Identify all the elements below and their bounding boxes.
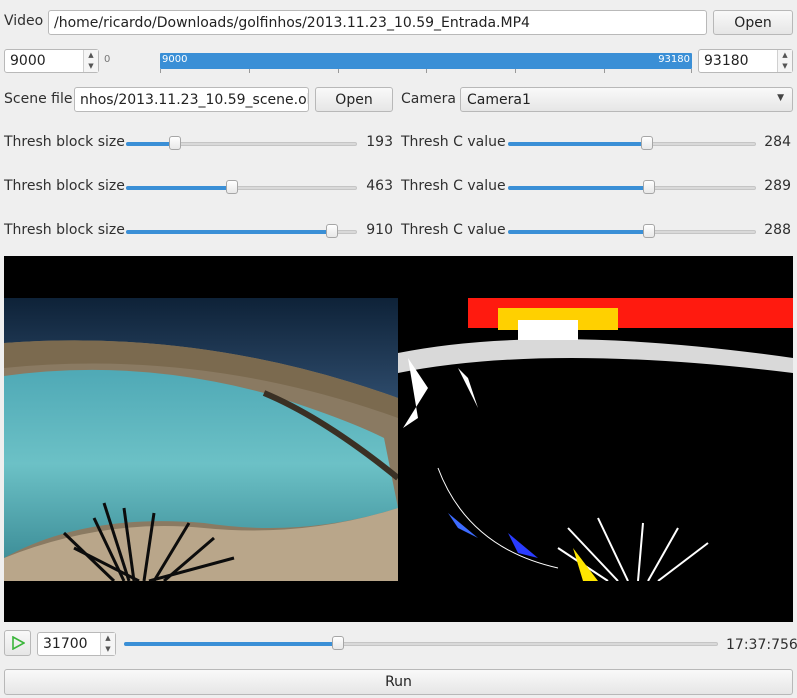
scene-open-button[interactable]: Open [315,87,393,112]
current-frame-value: 31700 [43,636,88,652]
thresh-block-size-label: Thresh block size [4,134,125,150]
thresh-block-size-value: 193 [366,134,393,150]
range-min-label: 0 [104,54,111,65]
thresh-block-size-label: Thresh block size [4,178,125,194]
end-frame-value: 93180 [704,53,749,69]
slider-handle[interactable] [226,180,238,194]
slider-handle[interactable] [643,180,655,194]
slider-handle[interactable] [643,224,655,238]
thresh-c-value-slider[interactable] [508,180,756,196]
chevron-down-icon: ▼ [777,93,784,103]
thresh-c-value-label: Thresh C value [401,178,506,194]
scene-file-path-field[interactable]: nhos/2013.11.23_10.59_scene.obj [74,87,309,112]
range-bar-start-label: 9000 [162,54,188,65]
slider-handle[interactable] [641,136,653,150]
range-bar[interactable]: 9000 93180 [160,53,692,69]
end-frame-spinbox[interactable]: 93180 ▲ ▼ [698,49,793,73]
spin-down-icon[interactable]: ▼ [101,644,115,655]
slider-handle[interactable] [169,136,181,150]
camera-label: Camera [401,91,456,107]
thresh-block-size-value: 463 [366,178,393,194]
camera-frame [4,298,398,581]
video-path-field[interactable]: /home/ricardo/Downloads/golfinhos/2013.1… [48,10,707,35]
thresh-block-size-slider[interactable] [126,180,357,196]
current-frame-spinbox[interactable]: 31700 ▲ ▼ [37,632,116,656]
play-icon [11,636,25,650]
threshold-frame [398,298,793,581]
video-label: Video [4,13,44,29]
thresh-block-size-slider[interactable] [126,136,357,152]
spin-down-icon[interactable]: ▼ [778,61,792,72]
run-button[interactable]: Run [4,669,793,695]
play-button[interactable] [4,630,31,656]
video-display [4,256,793,622]
position-slider-handle[interactable] [332,636,344,650]
thresh-c-value-label: Thresh C value [401,222,506,238]
playback-time: 17:37:756 [726,637,797,653]
camera-select[interactable]: Camera1 ▼ [460,87,793,112]
thresh-c-value-slider[interactable] [508,136,756,152]
thresh-c-value-label: Thresh C value [401,134,506,150]
spin-down-icon[interactable]: ▼ [84,61,98,72]
thresh-block-size-label: Thresh block size [4,222,125,238]
scene-file-label: Scene file [4,91,73,107]
thresh-c-value-value: 288 [764,222,791,238]
thresh-block-size-slider[interactable] [126,224,357,240]
thresh-c-value-value: 289 [764,178,791,194]
spin-up-icon[interactable]: ▲ [101,633,115,644]
position-slider[interactable] [124,636,718,652]
spin-up-icon[interactable]: ▲ [84,50,98,61]
range-bar-end-label: 93180 [658,54,690,65]
thresh-c-value-slider[interactable] [508,224,756,240]
range-ticks [160,69,692,73]
slider-handle[interactable] [326,224,338,238]
start-frame-value: 9000 [10,53,46,69]
video-open-button[interactable]: Open [713,10,793,35]
spin-up-icon[interactable]: ▲ [778,50,792,61]
start-frame-spinbox[interactable]: 9000 ▲ ▼ [4,49,99,73]
thresh-c-value-value: 284 [764,134,791,150]
camera-select-value: Camera1 [467,91,531,108]
thresh-block-size-value: 910 [366,222,393,238]
